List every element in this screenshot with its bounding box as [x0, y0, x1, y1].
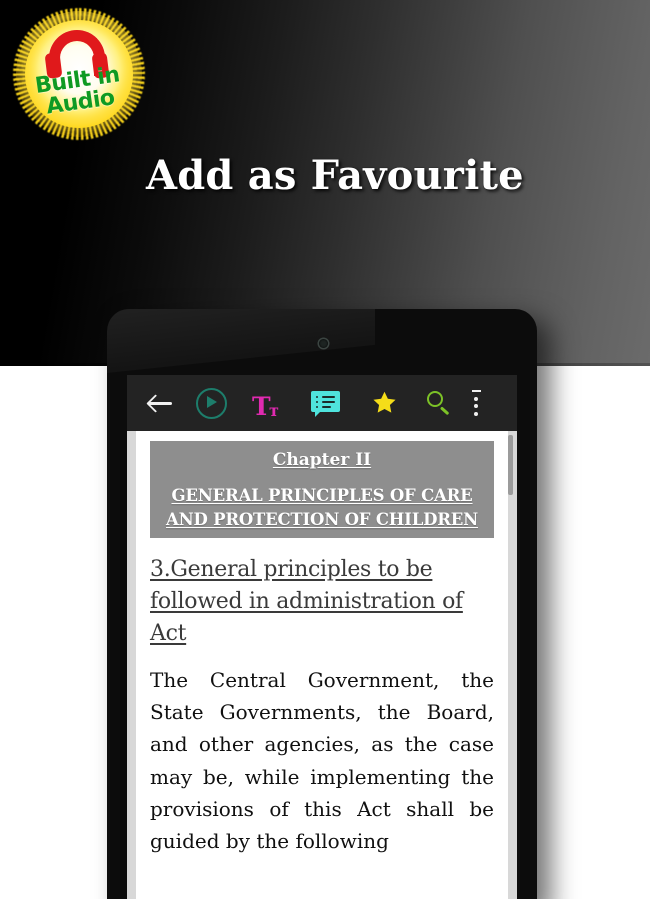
overflow-menu-button[interactable] [465, 380, 487, 426]
play-audio-button[interactable] [183, 380, 239, 426]
font-size-button[interactable]: T т [239, 380, 295, 426]
section-body-text: The Central Government, the State Govern… [150, 667, 494, 854]
chapter-title: GENERAL PRINCIPLES OF CARE AND PROTECTIO… [166, 486, 478, 529]
built-in-audio-badge: Built in Audio [13, 8, 145, 140]
text-size-small-glyph: т [269, 401, 279, 420]
document-scrollbar[interactable] [508, 431, 515, 899]
tablet-screen-glare [107, 309, 375, 373]
favourite-button[interactable] [355, 380, 413, 426]
tablet-device: T т Chapter II GENERAL PRINCIPLES OF CAR… [107, 309, 537, 899]
text-size-icon: T т [252, 391, 282, 419]
chapter-header-highlight: Chapter II GENERAL PRINCIPLES OF CARE AN… [150, 441, 494, 538]
star-icon [371, 390, 398, 416]
document-page: Chapter II GENERAL PRINCIPLES OF CARE AN… [136, 431, 508, 899]
headphones-icon [44, 30, 110, 79]
more-vertical-icon [471, 390, 481, 416]
search-icon [426, 390, 452, 416]
text-size-large-glyph: T [252, 392, 271, 421]
app-screen: T т Chapter II GENERAL PRINCIPLES OF CAR… [127, 375, 517, 899]
search-button[interactable] [413, 380, 465, 426]
promo-headline: Add as Favourite [146, 152, 524, 199]
app-toolbar: T т [127, 375, 517, 431]
section-heading: 3.General principles to be followed in a… [150, 556, 463, 646]
arrow-left-icon [148, 394, 172, 412]
index-button[interactable] [295, 380, 355, 426]
front-camera-icon [319, 339, 328, 348]
list-bubble-icon [310, 390, 340, 417]
play-circle-icon [195, 387, 227, 419]
chapter-label: Chapter II [272, 450, 372, 470]
document-viewport[interactable]: Chapter II GENERAL PRINCIPLES OF CARE AN… [127, 431, 517, 899]
promo-stage: Built in Audio Add as Favourite T т Chap… [0, 0, 650, 899]
document-scrollbar-thumb[interactable] [508, 435, 513, 495]
back-button[interactable] [137, 380, 183, 426]
